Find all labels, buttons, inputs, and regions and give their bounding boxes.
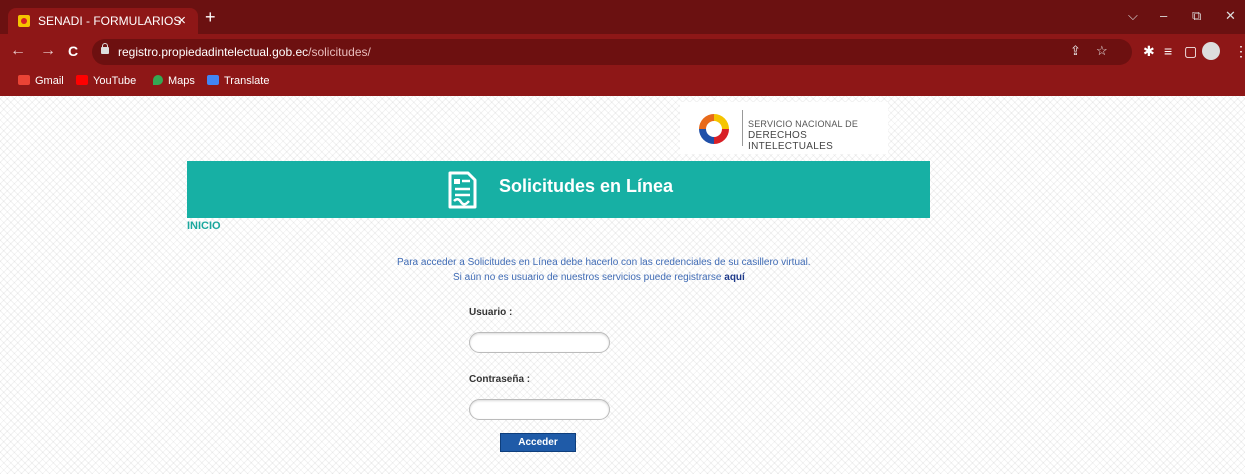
password-label: Contraseña : (469, 374, 531, 385)
login-instructions: Para acceder a Solicitudes en Línea debe… (397, 257, 811, 268)
reading-list-icon[interactable]: ≡ (1164, 44, 1172, 58)
login-button[interactable]: Acceder (500, 433, 576, 452)
translate-icon (207, 75, 219, 85)
url-omnibox[interactable]: registro.propiedadintelectual.gob.ec/sol… (92, 39, 1132, 65)
youtube-icon (76, 75, 88, 85)
url-path: /solicitudes/ (308, 45, 371, 59)
extensions-icon[interactable]: ✱ (1143, 44, 1155, 58)
bookmark-label: Translate (224, 75, 270, 87)
forward-icon[interactable]: → (40, 43, 56, 59)
url-text[interactable]: registro.propiedadintelectual.gob.ec/sol… (118, 45, 371, 59)
bookmark-translate[interactable]: Translate (207, 75, 269, 87)
back-icon[interactable]: ← (10, 43, 26, 59)
register-prompt: Si aún no es usuario de nuestros servici… (453, 272, 745, 283)
senadi-logo: SERVICIO NACIONAL DE DERECHOS INTELECTUA… (680, 102, 888, 154)
lock-icon[interactable] (101, 43, 109, 54)
tab-title: SENADI - FORMULARIOS (38, 14, 182, 28)
senadi-favicon-icon (18, 15, 30, 27)
share-icon[interactable]: ⇪ (1070, 43, 1081, 59)
bookmark-label: Gmail (35, 75, 64, 87)
bookmarks-bar: Gmail YouTube Maps Translate (0, 70, 1245, 96)
tab-close-icon[interactable]: × (177, 12, 186, 29)
address-bar-row: ← → C registro.propiedadintelectual.gob.… (0, 34, 1245, 70)
profile-avatar-icon[interactable] (1202, 42, 1220, 60)
page-content: SERVICIO NACIONAL DE DERECHOS INTELECTUA… (0, 96, 1245, 474)
tab-search-icon[interactable]: ⌵ (1128, 9, 1138, 23)
bookmark-gmail[interactable]: Gmail (18, 75, 64, 87)
header-banner: Solicitudes en Línea (187, 161, 930, 218)
form-document-icon (448, 171, 477, 209)
register-prompt-text: Si aún no es usuario de nuestros servici… (453, 272, 722, 283)
window-close-icon[interactable]: ✕ (1225, 9, 1236, 23)
password-input[interactable] (469, 399, 610, 420)
gmail-icon (18, 75, 30, 85)
page-title: Solicitudes en Línea (499, 176, 674, 196)
side-panel-icon[interactable]: ▢ (1184, 44, 1197, 58)
bookmark-youtube[interactable]: YouTube (76, 75, 136, 87)
reload-icon[interactable]: C (68, 43, 78, 59)
bookmark-label: YouTube (93, 75, 137, 87)
bookmark-star-icon[interactable]: ☆ (1096, 43, 1108, 59)
bookmark-label: Maps (168, 75, 195, 87)
minimize-icon[interactable]: – (1160, 9, 1167, 23)
logo-divider (742, 110, 743, 146)
username-input[interactable] (469, 332, 610, 353)
register-link[interactable]: aquí (724, 272, 745, 283)
url-host: registro.propiedadintelectual.gob.ec (118, 45, 309, 59)
logo-text-line1: SERVICIO NACIONAL DE (748, 119, 859, 129)
username-label: Usuario : (469, 307, 513, 318)
bookmark-maps[interactable]: Maps (153, 75, 195, 87)
breadcrumb-inicio[interactable]: INICIO (187, 220, 221, 232)
new-tab-icon[interactable]: + (205, 8, 216, 26)
browser-tab[interactable]: SENADI - FORMULARIOS × (8, 8, 198, 34)
menu-icon[interactable]: ⋮ (1234, 44, 1245, 58)
browser-tab-bar: SENADI - FORMULARIOS × + ⌵ – ⧉ ✕ (0, 0, 1245, 34)
senadi-emblem-icon (699, 114, 729, 144)
restore-icon[interactable]: ⧉ (1192, 9, 1201, 23)
maps-icon (153, 75, 163, 85)
logo-text-line2: DERECHOS INTELECTUALES (748, 130, 834, 152)
